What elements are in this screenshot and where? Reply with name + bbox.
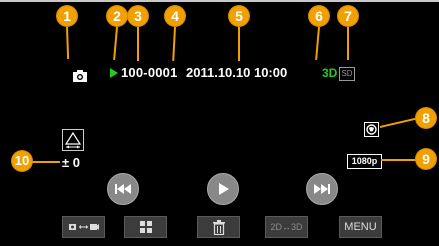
mode-switch-button[interactable] — [62, 216, 105, 238]
switch-2d-3d-button[interactable]: 2D↔3D — [265, 216, 308, 238]
callout-4: 4 — [165, 6, 185, 26]
still-camera-icon — [73, 70, 87, 82]
callout-leader-7 — [347, 27, 349, 60]
callout-8: 8 — [416, 108, 436, 128]
mode-switch-icon — [68, 224, 99, 230]
callout-10: 10 — [12, 151, 32, 171]
callout-leader-5 — [238, 27, 240, 61]
parallax-value: ± 0 — [62, 155, 80, 170]
parallax-adjust-button[interactable] — [62, 129, 84, 151]
recording-datetime: 2011.10.10 10:00 — [186, 65, 288, 80]
callout-6: 6 — [309, 6, 329, 26]
callout-2: 2 — [107, 6, 127, 26]
index-grid-icon — [139, 221, 152, 233]
trash-icon — [212, 219, 225, 235]
skip-back-icon — [115, 184, 131, 194]
skip-forward-button[interactable] — [306, 173, 338, 205]
delete-button[interactable] — [197, 216, 240, 238]
menu-button[interactable]: MENU — [339, 216, 382, 238]
play-button[interactable] — [207, 173, 239, 205]
3d-badge: 3D — [322, 66, 338, 80]
callout-leader-10 — [32, 161, 60, 163]
switch-2d-3d-label: 2D↔3D — [270, 222, 303, 232]
callout-3: 3 — [128, 6, 148, 26]
skip-back-button[interactable] — [107, 173, 139, 205]
callout-9: 9 — [416, 149, 436, 169]
play-icon — [219, 183, 229, 195]
index-button[interactable] — [124, 216, 167, 238]
sd-media-badge: SD — [339, 67, 355, 81]
green-play-icon — [110, 68, 118, 78]
callout-leader-9 — [381, 159, 417, 161]
folder-file-number: 100-0001 — [121, 65, 178, 80]
skip-forward-icon — [314, 184, 330, 194]
callout-1: 1 — [57, 6, 77, 26]
callout-7: 7 — [338, 6, 358, 26]
gps-icon — [364, 122, 379, 137]
callout-leader-3 — [137, 27, 139, 61]
menu-label: MENU — [344, 221, 377, 233]
callout-5: 5 — [229, 6, 249, 26]
parallax-adjust-icon — [64, 131, 82, 149]
resolution-badge: 1080p — [347, 154, 382, 169]
